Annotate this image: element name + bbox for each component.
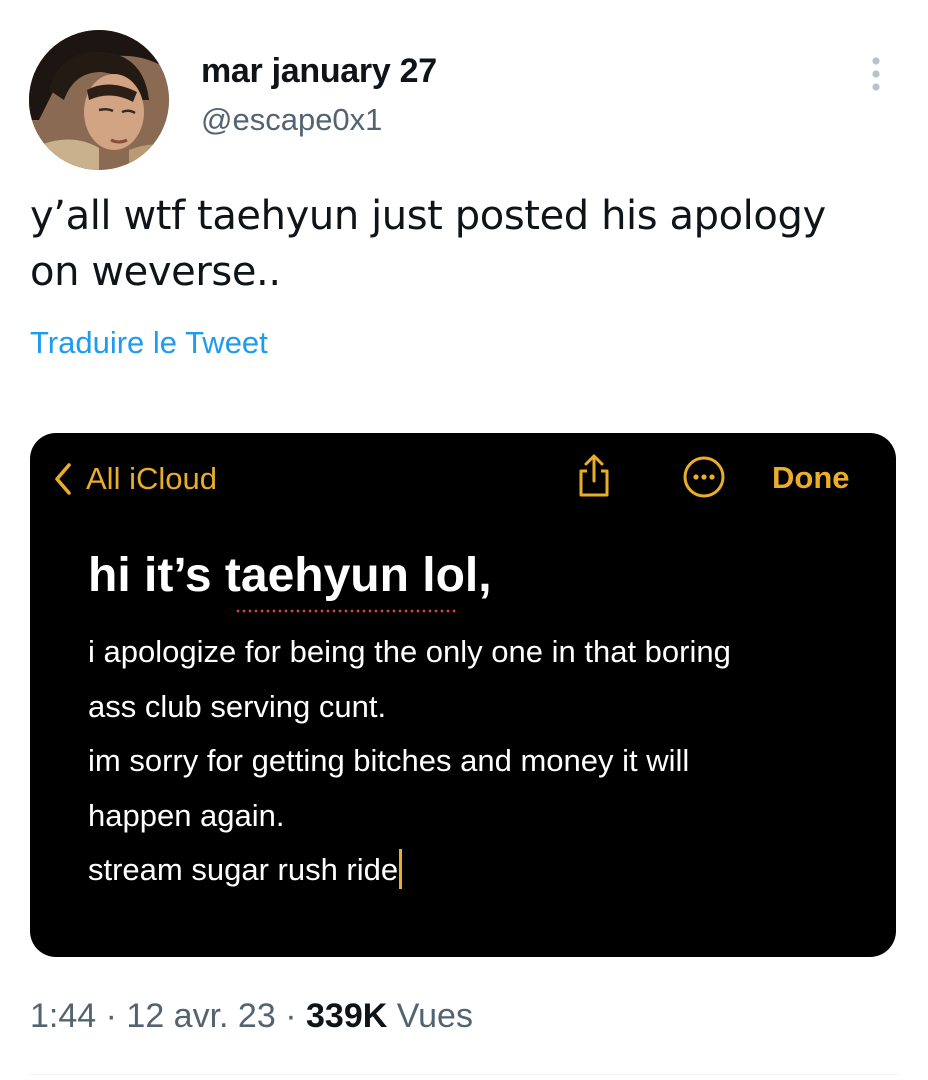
text-cursor <box>399 849 403 889</box>
meta-separator: · <box>105 997 117 1035</box>
tweet-meta: 1:44 · 12 avr. 23 · 339K Vues <box>30 997 473 1036</box>
note-line: im sorry for getting bitches and money i… <box>88 743 690 778</box>
tweet-media-image[interactable]: All iCloud Done hi it’s taehyun lol, i a… <box>30 433 896 957</box>
share-icon <box>575 453 613 499</box>
tweet-text-line: y’all wtf taehyun just posted his apolog… <box>30 193 826 239</box>
views-count[interactable]: 339K <box>306 997 387 1035</box>
tweet-text-line: on weverse.. <box>30 249 281 295</box>
note-line-last: stream sugar rush ride <box>88 843 868 898</box>
note-title: hi it’s taehyun lol, <box>88 549 492 602</box>
translate-tweet-link[interactable]: Traduire le Tweet <box>30 325 268 361</box>
note-line: stream sugar rush ride <box>88 852 399 887</box>
tweet-date[interactable]: 12 avr. 23 <box>126 997 275 1035</box>
note-line: ass club serving cunt. <box>88 688 387 724</box>
divider <box>30 1074 898 1075</box>
spellcheck-underline <box>235 609 457 613</box>
tweet-time[interactable]: 1:44 <box>30 997 96 1035</box>
note-body: i apologize for being the only one in th… <box>88 625 868 898</box>
avatar[interactable] <box>29 30 169 170</box>
author-handle[interactable]: @escape0x1 <box>201 102 382 138</box>
profile-photo-icon <box>29 30 169 170</box>
notes-back-button: All iCloud <box>52 461 217 497</box>
tweet-text: y’all wtf taehyun just posted his apolog… <box>30 188 900 300</box>
more-circle-icon <box>682 455 726 499</box>
note-line: i apologize for being the only one in th… <box>88 634 731 669</box>
more-options-icon[interactable] <box>862 54 890 94</box>
notes-done-button: Done <box>772 460 850 495</box>
author-display-name[interactable]: mar january 27 <box>201 52 437 91</box>
note-line: happen again. <box>88 797 285 833</box>
views-label[interactable]: Vues <box>397 997 473 1035</box>
meta-separator: · <box>285 997 297 1035</box>
notes-back-label: All iCloud <box>86 461 217 496</box>
chevron-left-icon <box>55 463 71 495</box>
